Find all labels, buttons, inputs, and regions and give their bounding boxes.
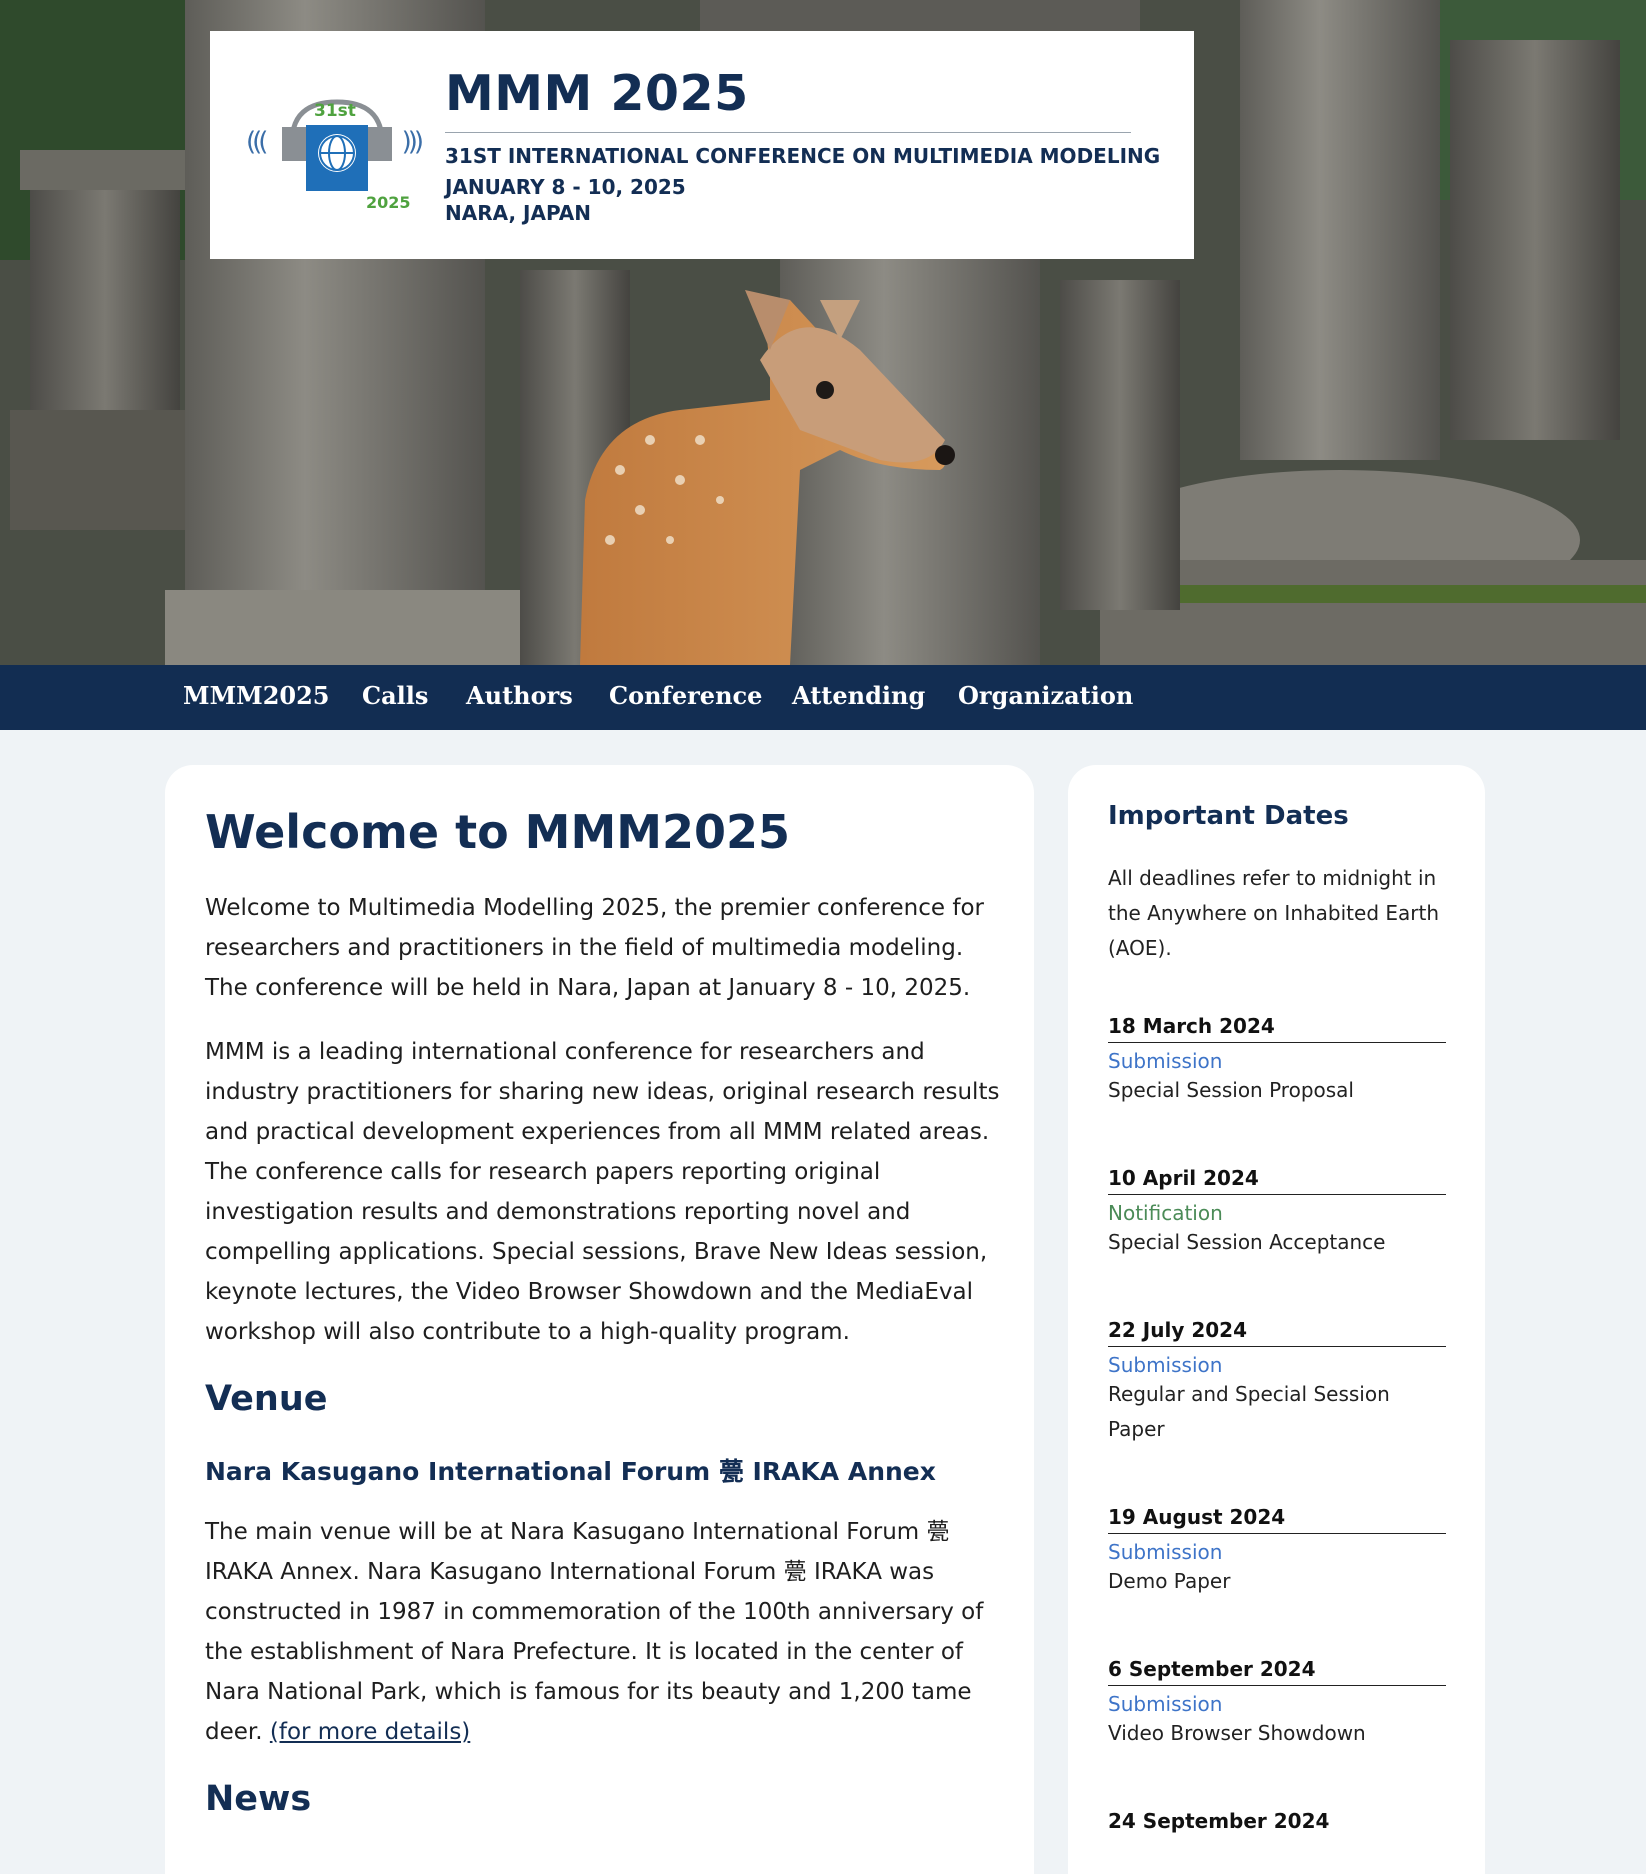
date-description: Demo Paper (1108, 1569, 1231, 1593)
main-content-card: Welcome to MMM2025 Welcome to Multimedia… (165, 765, 1034, 1874)
conference-header-card: ((( ))) 31st 2025 MMM 2025 31ST INTERNAT… (210, 31, 1194, 259)
venue-details-link[interactable]: (for more details) (270, 1719, 470, 1745)
logo-ordinal: 31st (314, 101, 356, 121)
date-description: Special Session Acceptance (1108, 1230, 1386, 1254)
nav-item-organization[interactable]: Organization (958, 681, 1133, 710)
date-label: 10 April 2024 (1108, 1166, 1446, 1195)
date-description: Regular and Special Session Paper (1108, 1382, 1390, 1441)
venue-text: The main venue will be at Nara Kasugano … (205, 1519, 984, 1746)
date-description: Video Browser Showdown (1108, 1721, 1366, 1745)
important-dates-title: Important Dates (1108, 801, 1349, 831)
date-entry: 24 September 2024 (1108, 1809, 1446, 1837)
main-nav: MMM2025 Calls Authors Conference Attendi… (0, 665, 1646, 730)
nav-item-calls[interactable]: Calls (362, 681, 428, 710)
date-kind: Submission (1108, 1540, 1223, 1564)
date-kind: Submission (1108, 1049, 1223, 1073)
date-kind: Notification (1108, 1201, 1223, 1225)
page-title: Welcome to MMM2025 (205, 805, 791, 859)
signal-left-icon: ((( (246, 127, 269, 157)
nav-item-authors[interactable]: Authors (466, 681, 573, 710)
conference-dates: JANUARY 8 - 10, 2025 (445, 175, 686, 199)
nav-item-conference[interactable]: Conference (609, 681, 762, 710)
conference-subtitle: 31ST INTERNATIONAL CONFERENCE ON MULTIME… (445, 144, 1161, 168)
date-kind: Submission (1108, 1353, 1223, 1377)
about-paragraph: MMM is a leading international conferenc… (205, 1039, 1000, 1346)
news-heading: News (205, 1779, 312, 1820)
date-entry: 6 September 2024 Submission Video Browse… (1108, 1657, 1446, 1751)
date-description: Special Session Proposal (1108, 1078, 1354, 1102)
signal-right-icon: ))) (401, 127, 425, 157)
hero-banner: ((( ))) 31st 2025 MMM 2025 31ST INTERNAT… (0, 0, 1646, 665)
conference-location: NARA, JAPAN (445, 201, 591, 225)
important-dates-card: Important Dates All deadlines refer to m… (1068, 765, 1485, 1874)
date-label: 6 September 2024 (1108, 1657, 1446, 1686)
title-divider (445, 132, 1131, 133)
nav-item-attending[interactable]: Attending (792, 681, 925, 710)
date-label: 24 September 2024 (1108, 1809, 1330, 1833)
intro-paragraph: Welcome to Multimedia Modelling 2025, th… (205, 895, 984, 1002)
logo-year: 2025 (366, 193, 411, 212)
date-label: 18 March 2024 (1108, 1014, 1446, 1043)
date-entry: 22 July 2024 Submission Regular and Spec… (1108, 1318, 1446, 1447)
date-label: 22 July 2024 (1108, 1318, 1446, 1347)
date-entry: 19 August 2024 Submission Demo Paper (1108, 1505, 1446, 1599)
date-kind: Submission (1108, 1692, 1223, 1716)
deadline-note: All deadlines refer to midnight in the A… (1108, 866, 1440, 960)
venue-heading: Venue (205, 1379, 328, 1420)
venue-name: Nara Kasugano International Forum 甍 IRAK… (205, 1457, 936, 1487)
venue-paragraph: The main venue will be at Nara Kasugano … (205, 1512, 1005, 1752)
nav-item-mmm2025[interactable]: MMM2025 (183, 681, 330, 710)
date-label: 19 August 2024 (1108, 1505, 1446, 1534)
date-entry: 18 March 2024 Submission Special Session… (1108, 1014, 1446, 1108)
date-entry: 10 April 2024 Notification Special Sessi… (1108, 1166, 1446, 1260)
conference-title: MMM 2025 (445, 65, 749, 122)
conference-logo[interactable]: ((( ))) 31st 2025 (246, 95, 426, 215)
